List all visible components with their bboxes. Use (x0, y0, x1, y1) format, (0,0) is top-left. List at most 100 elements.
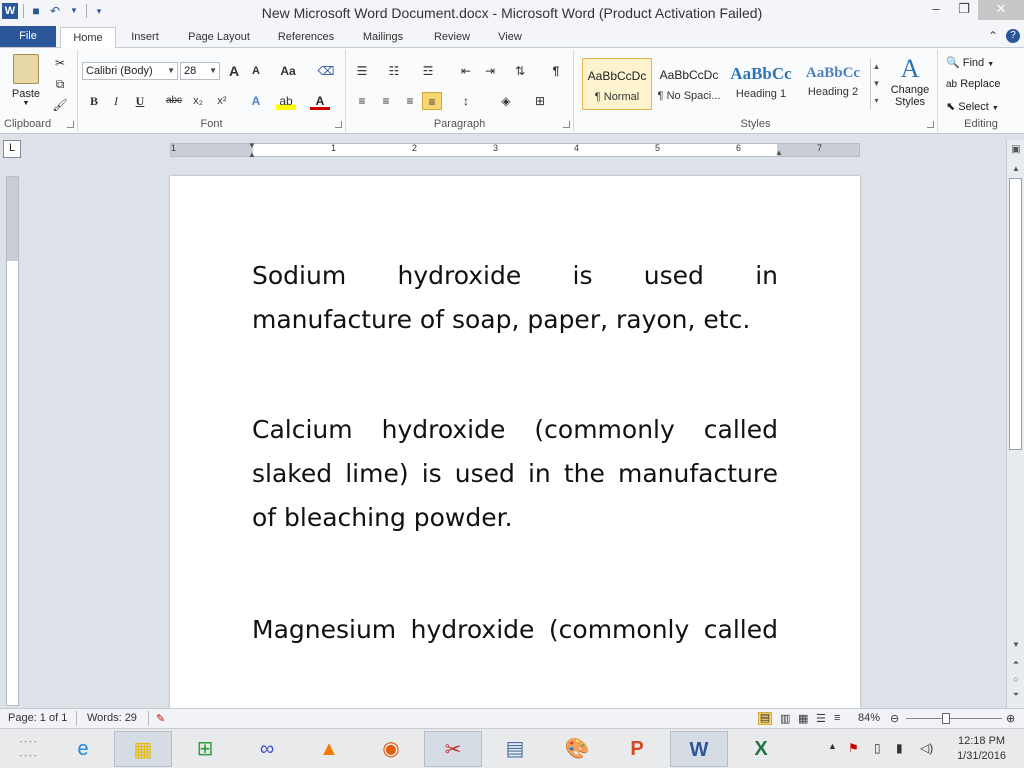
increase-indent-icon[interactable]: ⇥ (480, 62, 500, 80)
vertical-ruler[interactable] (6, 176, 19, 706)
next-page-icon[interactable]: ⏷ (1010, 690, 1022, 700)
decrease-indent-icon[interactable]: ⇤ (456, 62, 476, 80)
excel-icon[interactable]: X (732, 731, 790, 767)
subscript-icon[interactable]: x₂ (188, 92, 208, 110)
styles-gallery-scroll[interactable]: ▲ ▼ ▾ (870, 58, 882, 110)
zoom-slider[interactable] (906, 718, 1002, 719)
cut-icon[interactable]: ✂ (50, 54, 70, 72)
show-hidden-icons-icon[interactable]: ▲ (828, 741, 837, 751)
tab-references[interactable]: References (270, 27, 342, 49)
scroll-down-icon[interactable]: ▼ (1010, 640, 1022, 649)
right-indent-marker[interactable]: ▲ (775, 148, 783, 157)
tab-page-layout[interactable]: Page Layout (180, 27, 258, 49)
replace-button[interactable]: ab Replace (946, 78, 1001, 90)
strikethrough-icon[interactable]: abc (164, 92, 184, 110)
minimize-ribbon-icon[interactable]: ⌃ (988, 29, 998, 43)
highlight-icon[interactable]: ab (276, 92, 296, 110)
align-left-icon[interactable]: ≡ (352, 92, 372, 110)
tab-review[interactable]: Review (424, 27, 480, 49)
zoom-in-icon[interactable]: ⊕ (1006, 712, 1015, 725)
paste-button[interactable]: Paste ▼ (8, 54, 44, 107)
close-button[interactable]: ✕ (978, 0, 1024, 20)
change-case-icon[interactable]: Aa (278, 62, 298, 80)
zoom-slider-thumb[interactable] (942, 713, 950, 724)
shading-icon[interactable]: ◈ (496, 92, 516, 110)
shrink-font-icon[interactable]: A (246, 62, 266, 80)
style-normal[interactable]: AaBbCcDc ¶ Normal (582, 58, 652, 110)
line-spacing-icon[interactable]: ↕ (456, 92, 476, 110)
multilevel-list-icon[interactable]: ☲ (418, 62, 438, 80)
hanging-indent-marker[interactable]: ▲ (248, 150, 256, 159)
underline-icon[interactable]: U (130, 92, 150, 110)
copy-icon[interactable]: ⧉ (50, 75, 70, 93)
minimize-button[interactable]: – (922, 0, 950, 20)
tab-insert[interactable]: Insert (122, 27, 168, 49)
align-right-icon[interactable]: ≡ (400, 92, 420, 110)
tab-file[interactable]: File (0, 26, 56, 47)
tab-view[interactable]: View (488, 27, 532, 49)
powerpoint-icon[interactable]: P (608, 731, 666, 767)
select-button[interactable]: ⬉ Select ▼ (946, 100, 999, 113)
page-count[interactable]: Page: 1 of 1 (8, 712, 67, 724)
restore-button[interactable]: ❐ (950, 0, 978, 20)
draft-view-icon[interactable]: ≡ (834, 712, 840, 724)
show-formatting-icon[interactable]: ¶ (546, 62, 566, 80)
start-button[interactable]: - - - -- - - - (4, 731, 52, 767)
firefox-icon[interactable]: ◉ (362, 731, 420, 767)
font-launcher-icon[interactable] (335, 121, 342, 128)
action-center-icon[interactable]: ⚑ (848, 741, 859, 755)
tab-mailings[interactable]: Mailings (352, 27, 414, 49)
view-ruler-icon[interactable]: ▣ (1010, 144, 1022, 155)
windows-store-icon[interactable]: ⊞ (176, 731, 234, 767)
vlc-icon[interactable]: ▲ (300, 731, 358, 767)
battery-icon[interactable]: ▯ (874, 741, 881, 755)
superscript-icon[interactable]: x² (212, 92, 232, 110)
snipping-tool-icon[interactable]: ✂ (424, 731, 482, 767)
bold-icon[interactable]: B (84, 92, 104, 110)
print-layout-view-icon[interactable]: ▤ (758, 712, 772, 725)
paragraph-launcher-icon[interactable] (563, 121, 570, 128)
first-line-indent-marker[interactable]: ▼ (248, 141, 256, 150)
clear-formatting-icon[interactable]: ⌫ (316, 62, 336, 80)
font-size-select[interactable]: 28 ▼ (180, 62, 220, 80)
internet-explorer-icon[interactable]: e (54, 731, 112, 767)
tab-selector[interactable]: L (3, 140, 21, 158)
find-button[interactable]: 🔍 Find ▼ (946, 56, 994, 69)
italic-icon[interactable]: I (106, 92, 126, 110)
file-explorer-icon[interactable]: ▦ (114, 731, 172, 767)
borders-icon[interactable]: ⊞ (530, 92, 550, 110)
style-heading-1[interactable]: AaBbCc Heading 1 (726, 58, 796, 110)
zoom-out-icon[interactable]: ⊖ (890, 712, 899, 725)
vertical-scrollbar[interactable]: ▣ ▲ ▼ ⏶ ○ ⏷ (1006, 140, 1024, 708)
scroll-up-icon[interactable]: ▲ (1010, 164, 1022, 173)
align-center-icon[interactable]: ≡ (376, 92, 396, 110)
style-no-spacing[interactable]: AaBbCcDc ¶ No Spaci... (654, 58, 724, 110)
sort-icon[interactable]: ⇅ (510, 62, 530, 80)
word-taskbar-icon[interactable]: W (670, 731, 728, 767)
clipboard-launcher-icon[interactable] (67, 121, 74, 128)
text-effects-icon[interactable]: A (246, 92, 266, 110)
document-page[interactable]: Sodium hydroxide is used in manufacture … (170, 176, 860, 708)
font-color-icon[interactable]: A (310, 92, 330, 110)
change-styles-button[interactable]: A Change Styles (886, 54, 934, 108)
format-painter-icon[interactable]: 🖌 (50, 96, 70, 114)
proofing-icon[interactable]: ✎ (156, 712, 165, 725)
paint-icon[interactable]: 🎨 (548, 731, 606, 767)
full-screen-reading-view-icon[interactable]: ▥ (780, 712, 790, 725)
outline-view-icon[interactable]: ☰ (816, 712, 826, 725)
scroll-thumb[interactable] (1009, 178, 1022, 450)
numbering-icon[interactable]: ☷ (384, 62, 404, 80)
tab-home[interactable]: Home (60, 27, 116, 49)
select-browse-object-icon[interactable]: ○ (1010, 674, 1022, 684)
grow-font-icon[interactable]: A (224, 62, 244, 80)
font-name-select[interactable]: Calibri (Body) ▼ (82, 62, 178, 80)
styles-launcher-icon[interactable] (927, 121, 934, 128)
volume-icon[interactable]: ◁) (920, 741, 933, 755)
previous-page-icon[interactable]: ⏶ (1010, 658, 1022, 668)
horizontal-ruler[interactable]: 1 1 2 3 4 5 6 7 ▼ ▲ ▲ (170, 141, 860, 159)
web-layout-view-icon[interactable]: ▦ (798, 712, 808, 725)
style-heading-2[interactable]: AaBbCc Heading 2 (798, 58, 868, 110)
help-icon[interactable]: ? (1006, 29, 1020, 43)
bullets-icon[interactable]: ☰ (352, 62, 372, 80)
justify-icon[interactable]: ≡ (422, 92, 442, 110)
